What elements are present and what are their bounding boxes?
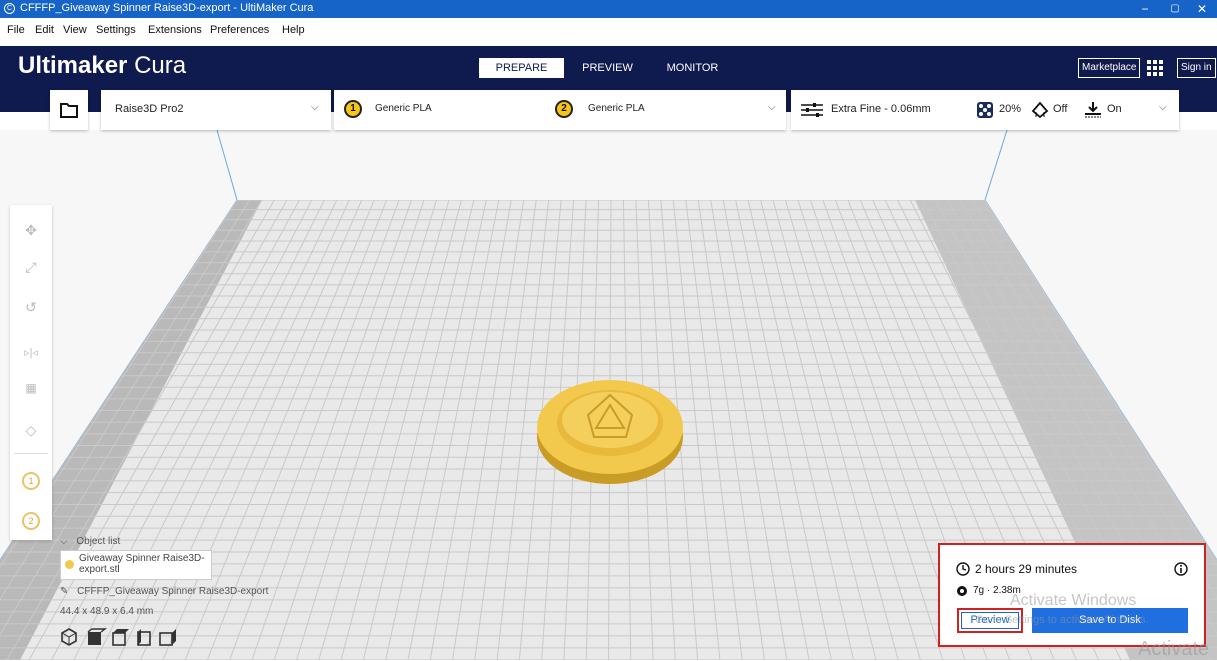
extruder-2-badge: 2 (555, 100, 573, 118)
ultimaker-cura-logo: Ultimaker Cura (18, 52, 187, 79)
move-icon[interactable]: ✥ (21, 220, 41, 240)
scale-icon[interactable]: ⤢ (21, 257, 41, 277)
chevron-down-icon: ⌵ (768, 102, 776, 113)
tool-divider (14, 453, 48, 454)
chevron-down-icon: ⌵ (60, 536, 68, 547)
close-button[interactable]: ✕ (1187, 0, 1217, 18)
printer-name: Raise3D Pro2 (115, 103, 184, 115)
activate-corner-watermark: Activate (1138, 638, 1210, 660)
rotate-icon[interactable]: ↺ (21, 297, 41, 317)
folder-icon (60, 103, 78, 118)
extruder-color-dot (65, 560, 74, 569)
activate-windows-subtext: Go to Settings to activate Windows. (975, 614, 1149, 626)
adhesion-value: On (1107, 103, 1122, 115)
menu-edit[interactable]: Edit (35, 24, 54, 36)
extruder-2-icon[interactable]: 2 (22, 512, 40, 530)
menu-help[interactable]: Help (282, 24, 305, 36)
profile-label: Extra Fine - 0.06mm (831, 103, 931, 115)
mirror-icon[interactable]: ▹|◃ (21, 343, 41, 363)
app-header: Ultimaker Cura PREPARE PREVIEW MONITOR M… (0, 46, 1217, 90)
printer-selector[interactable]: Raise3D Pro2 ⌵ (101, 90, 331, 130)
infill-icon (977, 102, 993, 118)
sliders-icon (801, 103, 823, 117)
menu-view[interactable]: View (63, 24, 87, 36)
support-value: Off (1053, 103, 1068, 115)
tab-monitor[interactable]: MONITOR (660, 58, 725, 78)
object-list-toggle[interactable]: ⌵ Object list (60, 536, 120, 547)
view-left-icon (137, 629, 151, 646)
project-name-row[interactable]: ✎ CFFFP_Giveaway Spinner Raise3D-export (60, 586, 268, 597)
info-icon[interactable] (1174, 562, 1188, 576)
apps-grid-icon[interactable] (1147, 60, 1163, 76)
open-file-button[interactable] (50, 90, 88, 130)
support-icon (1031, 101, 1049, 119)
minimize-button[interactable]: − (1130, 0, 1160, 18)
extruder-2-material: Generic PLA (588, 103, 645, 114)
menu-preferences[interactable]: Preferences (210, 24, 269, 36)
spool-icon (957, 586, 967, 596)
support-blocker-icon[interactable]: ◇ (21, 420, 41, 440)
adhesion-icon (1085, 102, 1101, 118)
extruder-1-icon[interactable]: 1 (22, 472, 40, 490)
object-list-item[interactable]: Giveaway Spinner Raise3D-export.stl (60, 550, 212, 580)
menu-extensions[interactable]: Extensions (148, 24, 202, 36)
tool-panel: ✥ ⤢ ↺ ▹|◃ ▦ ◇ 1 2 (10, 205, 52, 540)
chevron-down-icon: ⌵ (311, 102, 319, 113)
cura-app-icon: C (4, 3, 15, 14)
menu-bar: File Edit View Settings Extensions Prefe… (0, 18, 1217, 47)
activate-windows-watermark: Activate Windows (1010, 592, 1137, 609)
extruder-1-material: Generic PLA (375, 103, 432, 114)
model-giveaway-spinner[interactable] (530, 365, 690, 495)
chevron-down-icon: ⌵ (1159, 102, 1167, 113)
clock-icon (956, 562, 970, 576)
window-titlebar: C CFFFP_Giveaway Spinner Raise3D-export … (0, 0, 1217, 18)
menu-settings[interactable]: Settings (96, 24, 136, 36)
object-file-name: Giveaway Spinner Raise3D-export.stl (79, 553, 205, 575)
material-selector[interactable]: 1 Generic PLA 2 Generic PLA ⌵ (334, 90, 786, 130)
view-orientation-controls (61, 628, 176, 646)
per-model-settings-icon[interactable]: ▦ (21, 378, 41, 398)
project-name: CFFFP_Giveaway Spinner Raise3D-export (77, 586, 269, 597)
print-settings-selector[interactable]: Extra Fine - 0.06mm 20% Off On ⌵ (791, 90, 1179, 130)
extruder-1-badge: 1 (344, 100, 362, 118)
marketplace-button[interactable]: Marketplace (1078, 58, 1141, 78)
tab-prepare[interactable]: PREPARE (479, 58, 564, 78)
tab-preview[interactable]: PREVIEW (575, 58, 640, 78)
restore-button[interactable]: ▢ (1160, 0, 1190, 18)
infill-value: 20% (999, 103, 1022, 115)
view-3d-icon (61, 628, 77, 646)
sign-in-button[interactable]: Sign in (1177, 58, 1216, 78)
menu-file[interactable]: File (7, 24, 25, 36)
window-title: CFFFP_Giveaway Spinner Raise3D-export - … (20, 2, 314, 14)
edit-pencil-icon: ✎ (60, 586, 69, 597)
object-list-header: Object list (76, 536, 121, 547)
view-top-icon (112, 629, 129, 646)
print-time: 2 hours 29 minutes (975, 562, 1078, 576)
view-front-icon (87, 628, 108, 645)
view-right-icon (159, 629, 176, 646)
model-dimensions: 44.4 x 48.9 x 6.4 mm (60, 606, 154, 617)
